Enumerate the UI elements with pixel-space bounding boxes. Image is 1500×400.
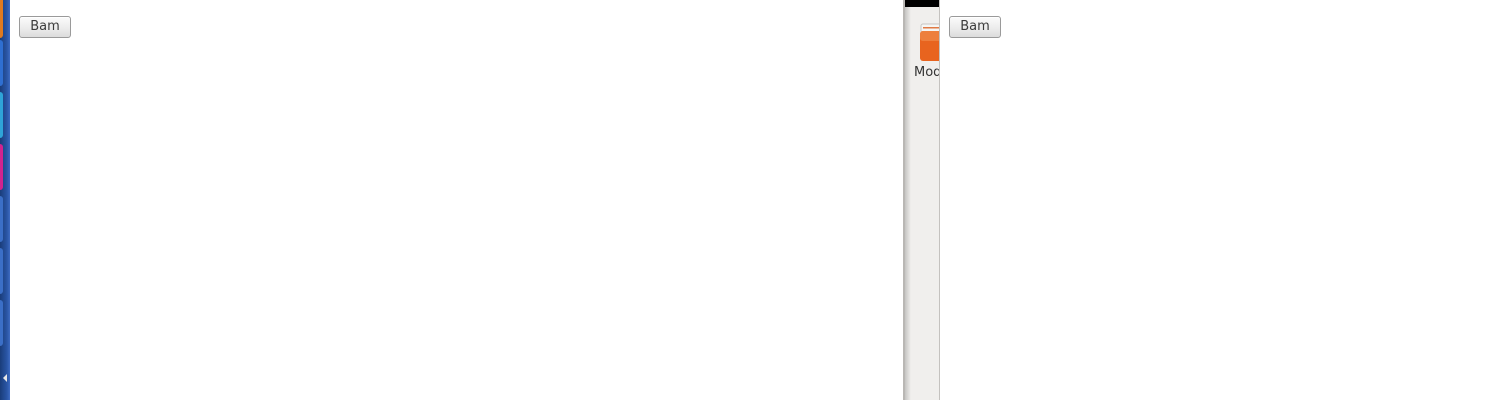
launcher-strip [0, 0, 10, 400]
folder-label[interactable]: Mod [914, 65, 940, 80]
launcher-tile[interactable] [0, 144, 3, 190]
bam-button-left[interactable]: Bam [19, 16, 71, 38]
launcher-tile[interactable] [0, 92, 3, 138]
launcher-tile[interactable] [0, 40, 3, 86]
folder-icon[interactable] [919, 22, 940, 62]
right-app-window: Bam [940, 0, 1500, 400]
launcher-tile[interactable] [0, 248, 3, 294]
desktop: Bam Mod Bam [0, 0, 1500, 400]
launcher-scroll-arrow-icon[interactable] [3, 374, 7, 382]
bam-button-right[interactable]: Bam [949, 16, 1001, 38]
file-browser-panel: Mod [903, 0, 940, 400]
launcher-tile[interactable] [0, 0, 3, 38]
launcher-tile[interactable] [0, 300, 3, 346]
left-app-window: Bam [10, 0, 903, 400]
panel-top-bar [905, 0, 940, 7]
launcher-tile[interactable] [0, 196, 3, 242]
